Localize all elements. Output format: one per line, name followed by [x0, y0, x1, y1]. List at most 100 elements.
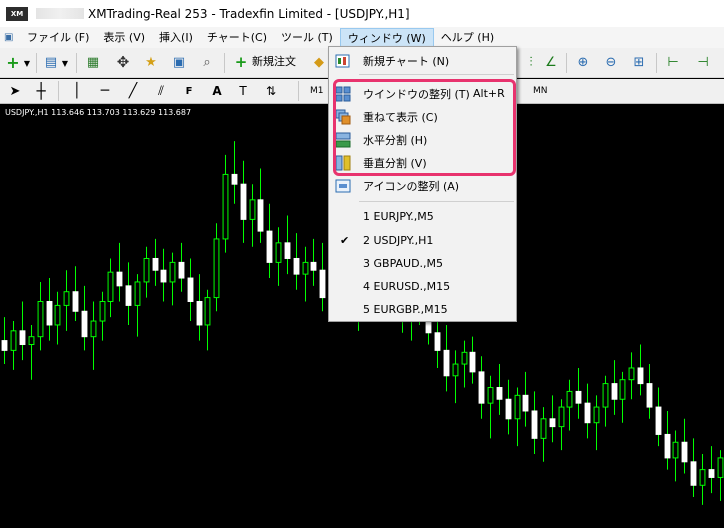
trendline-icon[interactable]: ╱	[124, 82, 142, 100]
candle-body	[310, 261, 317, 271]
toolbar-separator	[76, 53, 77, 73]
system-menu-icon[interactable]: ▣	[4, 32, 14, 44]
arrange-icons-icon	[335, 178, 351, 194]
timeframe-mn[interactable]: MN	[533, 83, 548, 99]
market-watch-icon[interactable]: ▦	[84, 53, 102, 71]
menu-item-label: 新規チャート (N)	[363, 54, 450, 68]
candle-body	[1, 340, 8, 351]
candle-body	[249, 199, 256, 220]
candle-body	[584, 402, 591, 424]
profiles-icon[interactable]: ▤	[42, 53, 60, 71]
zoom-in-icon[interactable]: ⊕	[574, 53, 592, 71]
crosshair-tool-icon[interactable]: ┼	[32, 82, 50, 100]
chevron-down-icon[interactable]: ▼	[60, 54, 70, 72]
candle-body	[540, 418, 547, 439]
channel-icon[interactable]: ⫽	[152, 82, 170, 100]
candle-body	[602, 383, 609, 408]
menu-insert[interactable]: 挿入(I)	[152, 28, 200, 48]
vertical-line-icon[interactable]: │	[68, 82, 86, 100]
candle-body	[266, 230, 273, 263]
chart-shift-icon[interactable]: ⊢	[664, 53, 682, 71]
candle-body	[213, 238, 220, 299]
candle-body	[152, 257, 159, 271]
toolbar-separator	[58, 81, 59, 101]
menu-item-label: アイコンの整列 (A)	[363, 179, 460, 193]
candle-body	[717, 457, 724, 478]
menu-tools[interactable]: ツール (T)	[274, 28, 340, 48]
candle-body	[461, 351, 468, 365]
window-list-label: 1 EURJPY.,M5	[363, 210, 434, 223]
new-chart-plus-icon[interactable]: +	[4, 53, 22, 72]
candle-body	[522, 394, 529, 412]
menu-file[interactable]: ファイル (F)	[20, 28, 96, 48]
candle-body	[681, 441, 688, 463]
line-chart-icon[interactable]: ⫶	[522, 53, 540, 71]
tile-windows-toolbar-icon[interactable]: ⊞	[630, 53, 648, 71]
window-list-item[interactable]: 3 GBPAUD.,M5	[329, 252, 516, 275]
candle-body	[222, 173, 229, 240]
auto-scroll-icon[interactable]: ⊣	[694, 53, 712, 71]
text-label-icon[interactable]: T	[234, 82, 252, 100]
new-order-icon[interactable]: +	[232, 53, 250, 71]
window-list-item-active[interactable]: ✔ 2 USDJPY.,H1	[329, 229, 516, 252]
candle-body	[107, 271, 114, 302]
candle-body	[708, 469, 715, 478]
candle-body	[63, 291, 70, 306]
window-list-item[interactable]: 4 EURUSD.,M15	[329, 275, 516, 298]
candle-body	[169, 261, 176, 283]
window-list-label: 4 EURUSD.,M15	[363, 280, 451, 293]
menu-view[interactable]: 表示 (V)	[96, 28, 152, 48]
candle-body	[19, 330, 26, 346]
bar-chart-icon[interactable]: ∠	[542, 53, 560, 71]
toolbar-separator	[566, 53, 567, 73]
menu-help[interactable]: ヘルプ (H)	[434, 28, 501, 48]
candle-body	[469, 351, 476, 373]
timeframe-m1[interactable]: M1	[310, 83, 324, 99]
candle-body	[72, 291, 79, 312]
zoom-out-icon[interactable]: ⊖	[602, 53, 620, 71]
toolbar-separator	[36, 53, 37, 73]
blurred-account-number	[36, 8, 84, 19]
candle-body	[549, 418, 556, 428]
menu-item-arrange-icons[interactable]: アイコンの整列 (A)	[329, 174, 516, 197]
terminal-icon[interactable]: ▣	[170, 53, 188, 71]
candle-body	[619, 379, 626, 400]
menu-window[interactable]: ウィンドウ (W)	[339, 27, 434, 48]
highlight-annotation-box	[333, 79, 516, 176]
menu-chart[interactable]: チャート(C)	[200, 28, 274, 48]
chevron-down-icon[interactable]: ▼	[22, 54, 32, 72]
candle-body	[637, 367, 644, 385]
arrows-icon[interactable]: ⇅	[262, 82, 280, 100]
menu-item-new-chart[interactable]: 新規チャート (N)	[329, 49, 516, 72]
title-bar: XM XMTrading-Real 253 - Tradexfin Limite…	[0, 0, 724, 27]
candle-body	[434, 332, 441, 351]
candle-body	[478, 371, 485, 404]
candle-body	[690, 461, 697, 486]
candle-body	[293, 257, 300, 275]
window-title: XMTrading-Real 253 - Tradexfin Limited -…	[88, 6, 410, 21]
cursor-arrow-icon[interactable]: ➤	[6, 82, 24, 100]
menu-separator	[359, 74, 514, 75]
candle-body	[628, 367, 635, 381]
candle-body	[505, 398, 512, 420]
new-order-button[interactable]: 新規注文	[252, 53, 296, 71]
candle-body	[514, 394, 521, 420]
auto-trading-icon[interactable]: ◆	[310, 53, 328, 71]
candle-body	[487, 387, 494, 404]
fibonacci-icon[interactable]: F	[180, 82, 198, 100]
candle-body	[284, 242, 291, 259]
candle-body	[575, 390, 582, 404]
candle-body	[558, 406, 565, 428]
text-tool-icon[interactable]: A	[208, 82, 226, 100]
candle-body	[196, 300, 203, 326]
candle-body	[187, 277, 194, 302]
candle-body	[531, 410, 538, 439]
navigator-icon[interactable]: ★	[142, 53, 160, 71]
window-list-item[interactable]: 5 EURGBP.,M15	[329, 298, 516, 321]
horizontal-line-icon[interactable]: ─	[96, 82, 114, 100]
tester-icon[interactable]: ⌕	[198, 53, 216, 71]
window-list-item[interactable]: 1 EURJPY.,M5	[329, 205, 516, 228]
candle-body	[54, 304, 61, 326]
crosshair-icon[interactable]: ✥	[114, 53, 132, 71]
candle-body	[37, 300, 44, 338]
